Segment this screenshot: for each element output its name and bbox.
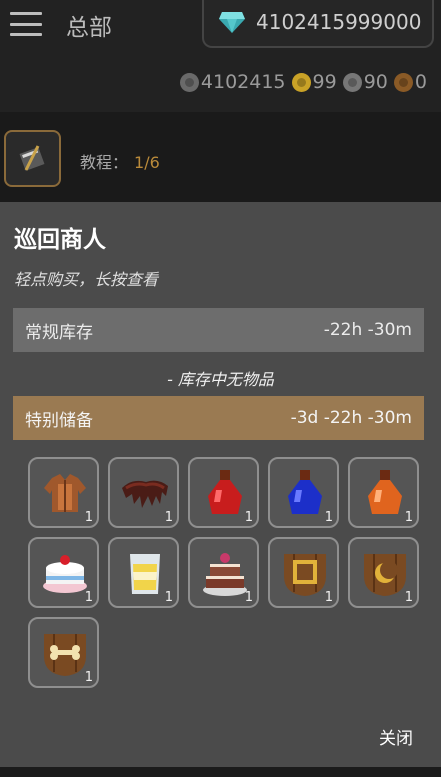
item-slot[interactable]: 1 (268, 537, 339, 608)
close-button[interactable]: 关闭 (379, 724, 413, 749)
item-quantity: 1 (404, 510, 413, 525)
item-quantity: 1 (84, 670, 93, 685)
item-quantity: 1 (404, 590, 413, 605)
crown-currency-value: 4102415 (200, 71, 286, 93)
item-slot[interactable]: 1 (348, 537, 419, 608)
copper-currency-value: 0 (414, 71, 427, 93)
regular-stock-label: 常规库存 (25, 322, 93, 343)
item-slot[interactable]: 1 (188, 457, 259, 528)
crown-coin-icon (179, 72, 199, 92)
regular-stock-header: 常规库存 -22h -30m (13, 308, 424, 352)
special-reserve-timer: -3d -22h -30m (290, 408, 412, 428)
traveling-merchant-dialog: 巡回商人 轻点购买，长按查看 常规库存 -22h -30m - 库存中无物品 特… (0, 202, 441, 767)
item-slot[interactable]: 1 (268, 457, 339, 528)
top-bar: 总部 4102415999000 4102415 99 90 0 (0, 0, 441, 112)
bottom-edge (0, 767, 441, 777)
item-slot[interactable]: 1 (28, 457, 99, 528)
copper-coin-icon (393, 72, 413, 92)
tutorial-label-text: 教程： (80, 153, 129, 172)
silver-coin-icon (342, 72, 362, 92)
currency-row: 4102415 99 90 0 (174, 70, 427, 94)
gold-currency-value: 99 (312, 71, 337, 93)
gem-value: 4102415999000 (256, 10, 422, 34)
item-slot[interactable]: 1 (108, 537, 179, 608)
item-quantity: 1 (164, 510, 173, 525)
silver-currency: 90 (342, 71, 388, 93)
tutorial-label[interactable]: 教程： 1/6 (80, 149, 160, 173)
page-title: 总部 (66, 15, 112, 41)
regular-stock-timer: -22h -30m (323, 320, 412, 340)
item-quantity: 1 (324, 590, 333, 605)
item-quantity: 1 (84, 510, 93, 525)
dialog-subtitle: 轻点购买，长按查看 (14, 270, 159, 289)
hamburger-menu-icon[interactable] (10, 12, 42, 36)
item-quantity: 1 (244, 510, 253, 525)
crown-currency: 4102415 (179, 71, 286, 93)
gem-balance[interactable]: 4102415999000 (202, 0, 434, 48)
item-quantity: 1 (164, 590, 173, 605)
item-slot[interactable]: 1 (348, 457, 419, 528)
item-slot[interactable]: 1 (188, 537, 259, 608)
gold-coin-icon (291, 72, 311, 92)
quest-scroll-icon[interactable] (4, 130, 61, 187)
gold-currency: 99 (291, 71, 337, 93)
item-quantity: 1 (84, 590, 93, 605)
dialog-title: 巡回商人 (14, 227, 106, 253)
item-slot[interactable]: 1 (28, 537, 99, 608)
tutorial-strip: 教程： 1/6 (0, 112, 441, 202)
item-quantity: 1 (324, 510, 333, 525)
item-slot[interactable]: 1 (108, 457, 179, 528)
special-reserve-label: 特别储备 (25, 410, 93, 431)
copper-currency: 0 (393, 71, 427, 93)
tutorial-progress: 1/6 (134, 153, 160, 172)
special-reserve-header: 特别储备 -3d -22h -30m (13, 396, 424, 440)
item-slot[interactable]: 1 (28, 617, 99, 688)
item-quantity: 1 (244, 590, 253, 605)
diamond-icon (219, 12, 245, 33)
silver-currency-value: 90 (363, 71, 388, 93)
empty-stock-note: - 库存中无物品 (167, 370, 274, 389)
